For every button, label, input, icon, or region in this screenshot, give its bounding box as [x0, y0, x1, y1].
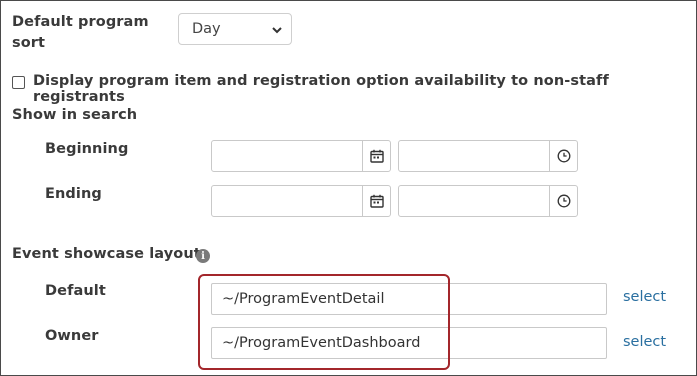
beginning-date-field[interactable] — [211, 140, 391, 172]
default-program-sort-label: Default program sort — [12, 12, 149, 54]
clock-icon — [557, 149, 570, 163]
ending-time-field[interactable] — [398, 185, 578, 217]
availability-checkbox[interactable] — [12, 76, 25, 89]
settings-panel: Default program sort Day Display program… — [0, 0, 697, 376]
owner-layout-select-link[interactable]: select — [623, 334, 666, 350]
default-layout-select-link[interactable]: select — [623, 289, 666, 305]
calendar-button[interactable] — [362, 141, 390, 171]
ending-date-field[interactable] — [211, 185, 391, 217]
default-program-sort-select[interactable]: Day — [178, 13, 292, 45]
availability-label: Display program item and registration op… — [33, 73, 609, 105]
clock-button[interactable] — [549, 141, 577, 171]
beginning-time-field[interactable] — [398, 140, 578, 172]
ending-label: Ending — [45, 186, 102, 202]
highlight-annotation — [198, 274, 450, 370]
show-in-search-heading: Show in search — [12, 107, 138, 123]
chevron-down-icon — [272, 27, 282, 34]
clock-button[interactable] — [549, 186, 577, 216]
default-program-sort-label-line2: sort — [12, 35, 46, 51]
calendar-icon — [369, 149, 384, 163]
default-program-sort-value: Day — [192, 21, 221, 37]
calendar-icon — [369, 194, 384, 208]
clock-icon — [557, 194, 570, 208]
default-layout-label: Default — [45, 283, 106, 299]
info-icon[interactable]: i — [196, 249, 210, 263]
default-program-sort-label-line1: Default program — [12, 14, 149, 30]
event-showcase-heading: Event showcase layout — [12, 246, 201, 262]
calendar-button[interactable] — [362, 186, 390, 216]
owner-layout-label: Owner — [45, 328, 99, 344]
beginning-label: Beginning — [45, 141, 129, 157]
